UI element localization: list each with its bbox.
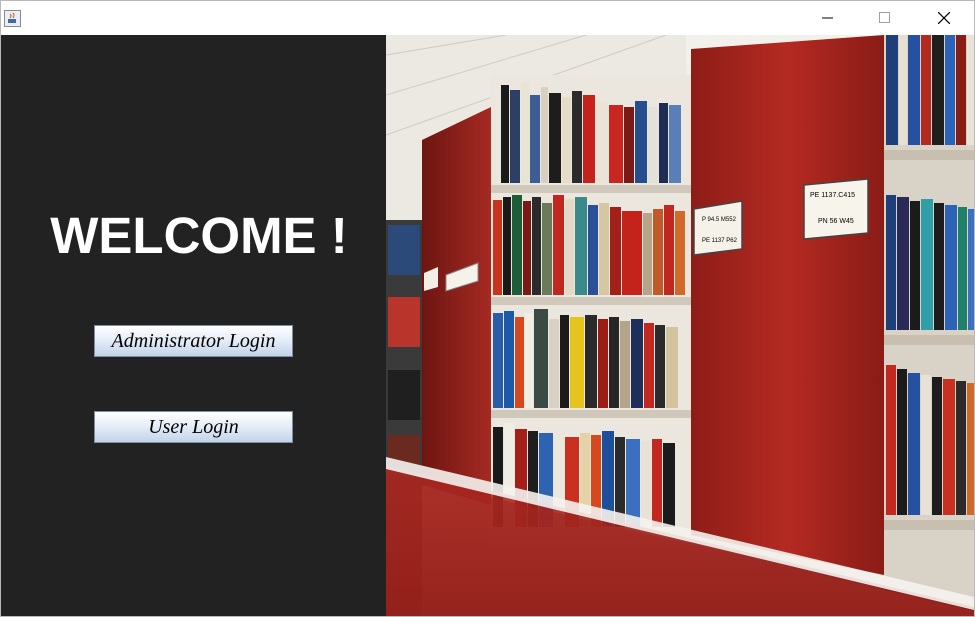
close-button[interactable] bbox=[921, 1, 967, 35]
minimize-icon bbox=[822, 17, 833, 19]
shelf-label-b-line2: PN 56 W45 bbox=[818, 218, 854, 225]
close-icon bbox=[938, 12, 950, 24]
shelf-label-b bbox=[803, 178, 869, 240]
user-login-button[interactable]: User Login bbox=[94, 411, 293, 443]
shelf-label-a bbox=[693, 200, 743, 256]
title-bar[interactable] bbox=[1, 1, 974, 35]
maximize-icon bbox=[879, 12, 890, 23]
welcome-heading: WELCOME ! bbox=[50, 207, 348, 264]
maximize-button[interactable] bbox=[862, 1, 908, 35]
shelf-label-a-line2: PE 1137 P62 bbox=[702, 238, 738, 244]
app-window: WELCOME ! Administrator Login User Login bbox=[0, 0, 975, 617]
welcome-panel: WELCOME ! Administrator Login User Login bbox=[1, 35, 386, 616]
library-bookshelf-image: P 94.5 M552 PE 1137 P62 PE 1137.C415 PN … bbox=[386, 35, 974, 616]
java-app-icon[interactable] bbox=[4, 10, 21, 27]
administrator-login-button[interactable]: Administrator Login bbox=[94, 325, 293, 357]
shelf-label-b-line1: PE 1137.C415 bbox=[810, 192, 855, 199]
minimize-button[interactable] bbox=[805, 1, 851, 35]
shelf-label-a-line1: P 94.5 M552 bbox=[702, 217, 737, 223]
